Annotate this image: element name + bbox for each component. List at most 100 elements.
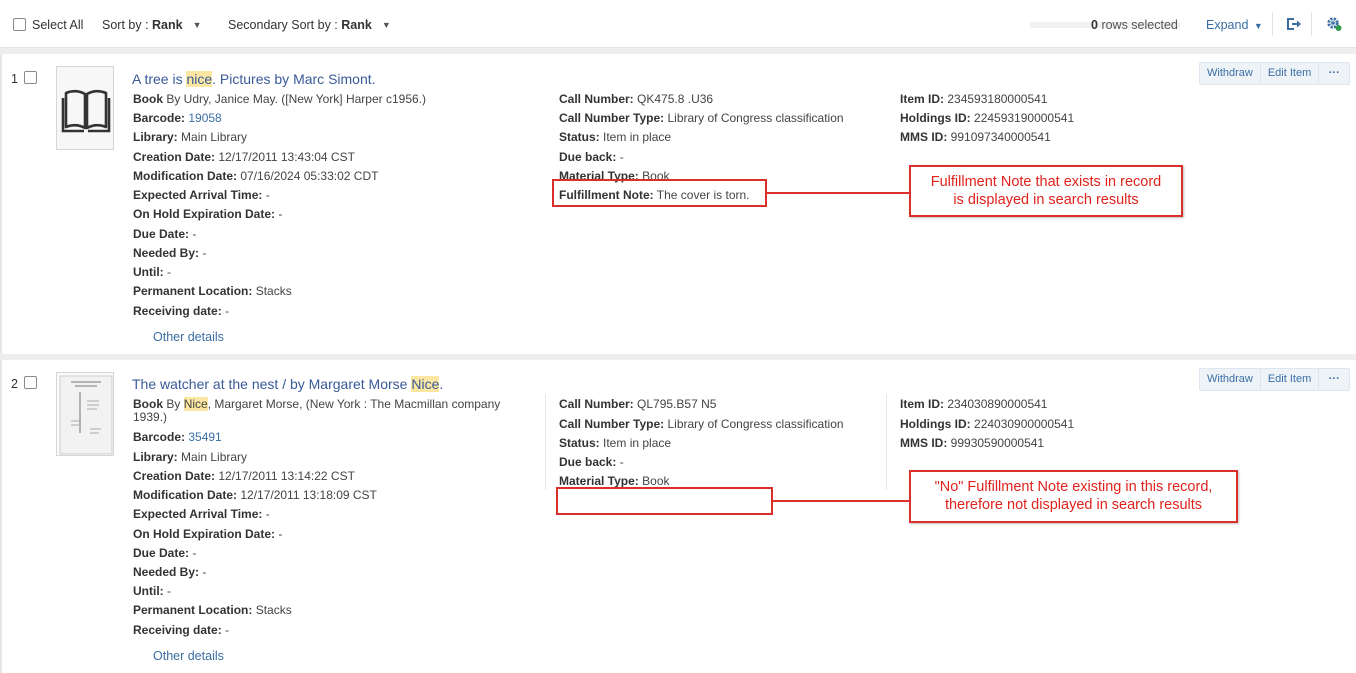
callout-1-line2: is displayed in search results: [953, 192, 1139, 208]
title-highlight: Nice: [411, 376, 440, 392]
callout-2-line2: therefore not displayed in search result…: [944, 497, 1203, 513]
field-call-number-type: Call Number Type: Library of Congress cl…: [559, 417, 844, 431]
field-mms-id: MMS ID: 991097340000541: [900, 130, 1051, 144]
chevron-down-icon: ▼: [381, 20, 391, 30]
record-thumbnail[interactable]: [56, 66, 114, 150]
callout-connector-line: [772, 500, 911, 502]
record-number: 1: [11, 72, 18, 86]
column-divider: [545, 394, 546, 490]
field-item-id: Item ID: 234030890000541: [900, 397, 1048, 411]
export-icon[interactable]: [1284, 15, 1302, 33]
book-icon: [61, 89, 111, 133]
field-barcode: Barcode: 35491: [133, 430, 222, 444]
record-edge: [0, 54, 2, 354]
book-cover-thumbnail: [59, 375, 113, 455]
field-library: Library: Main Library: [133, 450, 248, 464]
field-book-continued: 1939.): [133, 410, 168, 424]
field-on-hold-expiration: On Hold Expiration Date: -: [133, 527, 283, 541]
field-library: Library: Main Library: [133, 130, 248, 144]
barcode-link[interactable]: 19058: [188, 111, 221, 125]
other-details-link[interactable]: Other details: [153, 649, 224, 663]
chevron-down-icon: ▼: [192, 20, 202, 30]
more-actions-icon[interactable]: ···: [1319, 63, 1349, 84]
select-all-checkbox[interactable]: [13, 18, 26, 31]
settings-gear-icon[interactable]: [1325, 15, 1343, 33]
record-edge: [0, 360, 2, 673]
toolbar-divider: [1272, 12, 1273, 36]
field-creation-date: Creation Date: 12/17/2011 13:14:22 CST: [133, 469, 355, 483]
record-actions: Withdraw Edit Item ···: [1199, 368, 1351, 391]
rows-selected-label: rows selected: [1101, 18, 1178, 32]
select-all-label[interactable]: Select All: [32, 18, 83, 32]
field-book: Book By Nice, Margaret Morse, (New York …: [133, 397, 501, 411]
field-receiving-date: Receiving date: -: [133, 304, 230, 318]
field-mms-id: MMS ID: 99930590000541: [900, 436, 1045, 450]
rows-selected-count: 0: [1091, 18, 1098, 32]
record-title-link[interactable]: A tree is nice. Pictures by Marc Simont.: [132, 71, 376, 87]
secondary-sort-label: Secondary Sort by :: [228, 18, 338, 32]
field-on-hold-expiration: On Hold Expiration Date: -: [133, 207, 283, 221]
field-until: Until: -: [133, 265, 171, 279]
missing-fulfillment-note-box: [556, 487, 773, 515]
field-creation-date: Creation Date: 12/17/2011 13:43:04 CST: [133, 150, 355, 164]
toolbar-divider: [1311, 12, 1312, 36]
edit-item-button[interactable]: Edit Item: [1261, 369, 1320, 390]
withdraw-button[interactable]: Withdraw: [1200, 369, 1261, 390]
sort-label: Sort by :: [102, 18, 149, 32]
callout-1-line1: Fulfillment Note that exists in record: [930, 174, 1162, 190]
field-status: Status: Item in place: [559, 130, 672, 144]
annotation-callout-1: Fulfillment Note that exists in record i…: [909, 165, 1183, 217]
record-thumbnail[interactable]: [56, 372, 114, 456]
field-receiving-date: Receiving date: -: [133, 623, 230, 637]
field-until: Until: -: [133, 584, 171, 598]
title-text: . Pictures by Marc Simont.: [212, 71, 376, 87]
rows-selected-status: 0 rows selected: [1091, 18, 1178, 32]
other-details-link[interactable]: Other details: [153, 330, 224, 344]
expand-label: Expand: [1206, 18, 1249, 32]
field-call-number: Call Number: QK475.8 .U36: [559, 92, 714, 106]
field-expected-arrival: Expected Arrival Time: -: [133, 507, 270, 521]
field-due-back: Due back: -: [559, 150, 624, 164]
more-actions-icon[interactable]: ···: [1319, 369, 1349, 390]
title-text: A tree is: [132, 71, 187, 87]
field-status: Status: Item in place: [559, 436, 672, 450]
edit-item-button[interactable]: Edit Item: [1261, 63, 1320, 84]
secondary-sort-value: Rank: [341, 18, 372, 32]
annotation-callout-2: "No" Fulfillment Note existing in this r…: [909, 470, 1238, 523]
title-text: The watcher at the nest / by Margaret Mo…: [132, 376, 412, 392]
field-due-date: Due Date: -: [133, 227, 197, 241]
field-permanent-location: Permanent Location: Stacks: [133, 284, 292, 298]
expand-button[interactable]: Expand ▼: [1206, 18, 1263, 32]
field-modification-date: Modification Date: 12/17/2011 13:18:09 C…: [133, 488, 377, 502]
field-due-date: Due Date: -: [133, 546, 197, 560]
field-due-back: Due back: -: [559, 455, 624, 469]
column-divider: [886, 394, 887, 490]
callout-2-line1: "No" Fulfillment Note existing in this r…: [934, 479, 1213, 495]
field-book: Book By Udry, Janice May. ([New York] Ha…: [133, 92, 426, 106]
record-title-link[interactable]: The watcher at the nest / by Margaret Mo…: [132, 376, 443, 392]
secondary-sort-dropdown[interactable]: Secondary Sort by : Rank ▼: [228, 18, 391, 32]
title-highlight: nice: [186, 71, 213, 87]
record-number: 2: [11, 377, 18, 391]
results-toolbar: Select All Sort by : Rank ▼ Secondary Sor…: [0, 0, 1356, 48]
field-holdings-id: Holdings ID: 224593190000541: [900, 111, 1075, 125]
field-needed-by: Needed By: -: [133, 246, 207, 260]
field-call-number: Call Number: QL795.B57 N5: [559, 397, 717, 411]
field-permanent-location: Permanent Location: Stacks: [133, 603, 292, 617]
withdraw-button[interactable]: Withdraw: [1200, 63, 1261, 84]
record-checkbox[interactable]: [24, 71, 37, 84]
field-call-number-type: Call Number Type: Library of Congress cl…: [559, 111, 844, 125]
record-checkbox[interactable]: [24, 376, 37, 389]
field-expected-arrival: Expected Arrival Time: -: [133, 188, 270, 202]
field-item-id: Item ID: 234593180000541: [900, 92, 1048, 106]
callout-connector-line: [766, 192, 911, 194]
field-barcode: Barcode: 19058: [133, 111, 222, 125]
chevron-down-icon: ▼: [1253, 21, 1263, 31]
field-needed-by: Needed By: -: [133, 565, 207, 579]
fulfillment-note-highlight-box: [552, 179, 767, 207]
sort-dropdown[interactable]: Sort by : Rank ▼: [102, 18, 202, 32]
field-modification-date: Modification Date: 07/16/2024 05:33:02 C…: [133, 169, 379, 183]
field-holdings-id: Holdings ID: 224030900000541: [900, 417, 1075, 431]
barcode-link[interactable]: 35491: [188, 430, 221, 444]
sort-value: Rank: [152, 18, 183, 32]
